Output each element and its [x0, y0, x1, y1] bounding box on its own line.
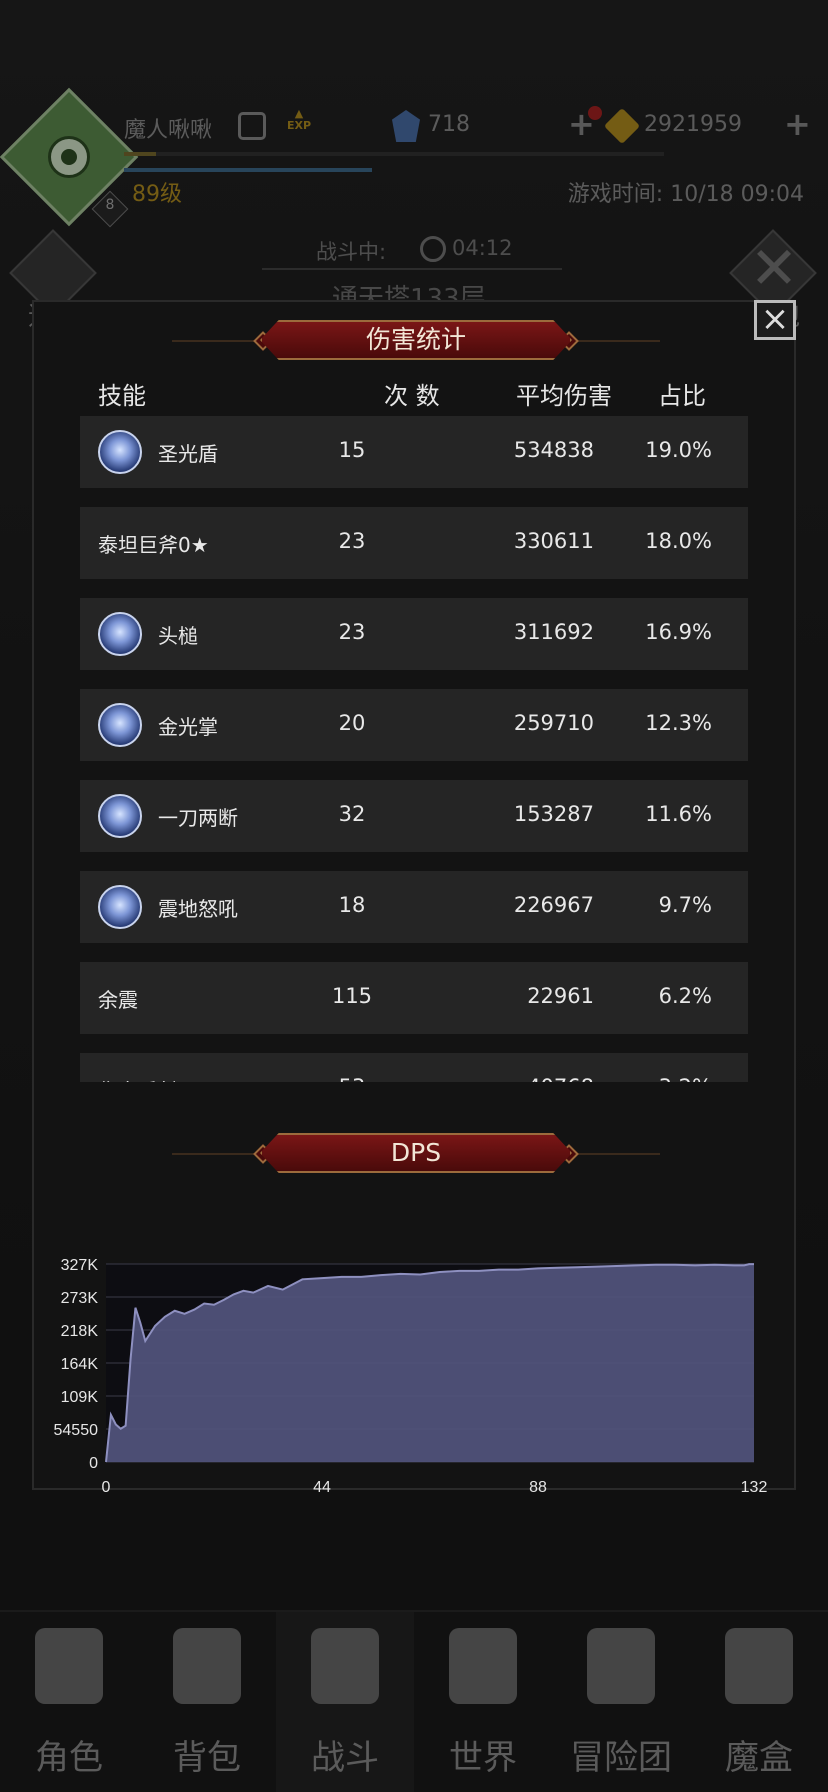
col-skill: 技能 [98, 382, 146, 410]
roar-icon [98, 885, 142, 929]
dps-banner-ornament-right [570, 1153, 660, 1155]
close-button[interactable]: × [754, 300, 796, 340]
avg-damage: 259710 [513, 711, 594, 735]
col-percent: 占比 [658, 382, 706, 410]
y-tick-label: 218K [61, 1323, 99, 1340]
avg-damage: 153287 [513, 802, 594, 826]
banner-ornament-right [570, 340, 660, 342]
table-header: 技能 次 数 平均伤害 占比 [98, 376, 718, 410]
damage-percent: 16.9% [645, 620, 712, 644]
hit-count: 23 [338, 529, 366, 553]
table-row[interactable]: 泰坦巨斧0★ 23 330611 18.0% [80, 507, 748, 579]
damage-table-scroll[interactable]: 圣光盾 15 534838 19.0% 泰坦巨斧0★ 23 330611 18.0% 头槌 23 3… [80, 416, 748, 1082]
hit-count: 32 [338, 802, 366, 826]
table-row[interactable]: 头槌 23 311692 16.9% [80, 598, 748, 670]
hit-count: 115 [331, 984, 373, 1008]
col-avg-damage: 平均伤害 [516, 382, 612, 410]
skill-name: 圣光盾 [158, 442, 218, 466]
x-tick-label: 132 [741, 1479, 768, 1496]
skill-name: 金光掌 [158, 715, 218, 739]
damage-percent: 6.2% [658, 984, 712, 1008]
hit-count: 20 [338, 711, 366, 735]
table-row[interactable]: 伤害反射 53 40768 3.2% [80, 1053, 748, 1082]
damage-percent: 12.3% [645, 711, 712, 735]
dps-title: DPS [260, 1133, 572, 1173]
hit-count: 18 [338, 893, 366, 917]
damage-percent: 9.7% [658, 893, 712, 917]
banner-ornament-left [172, 340, 262, 342]
x-tick-label: 0 [102, 1479, 111, 1496]
skill-name: 震地怒吼 [158, 897, 238, 921]
holy-shield-icon [98, 430, 142, 474]
avg-damage: 226967 [513, 893, 594, 917]
y-tick-label: 109K [61, 1389, 99, 1406]
x-tick-label: 88 [529, 1479, 547, 1496]
hit-count: 23 [338, 620, 366, 644]
damage-percent: 19.0% [645, 438, 712, 462]
x-tick-label: 44 [313, 1479, 331, 1496]
hit-count: 15 [338, 438, 366, 462]
skill-name: 一刀两断 [158, 806, 238, 830]
modal-title: 伤害统计 [260, 320, 572, 360]
table-row[interactable]: 震地怒吼 18 226967 9.7% [80, 871, 748, 943]
skill-name: 伤害反射 [98, 1075, 178, 1082]
damage-percent: 18.0% [645, 529, 712, 553]
avg-damage: 311692 [513, 620, 594, 644]
headbutt-icon [98, 612, 142, 656]
y-tick-label: 54550 [54, 1422, 99, 1439]
skill-name: 泰坦巨斧0★ [98, 533, 209, 557]
skill-name: 余震 [98, 988, 138, 1012]
col-count: 次 数 [384, 382, 440, 410]
y-tick-label: 0 [89, 1455, 98, 1472]
dps-chart: 327K 273K 218K 164K 109K 54550 00 44 88 132 [54, 1257, 768, 1496]
avg-damage: 22961 [527, 984, 594, 1008]
avg-damage: 40768 [460, 1075, 594, 1082]
dps-banner-ornament-left [172, 1153, 262, 1155]
slash-icon [98, 794, 142, 838]
table-row[interactable]: 圣光盾 15 534838 19.0% [80, 416, 748, 488]
golden-palm-icon [98, 703, 142, 747]
avg-damage: 534838 [513, 438, 594, 462]
table-row[interactable]: 金光掌 20 259710 12.3% [80, 689, 748, 761]
skill-name: 头槌 [158, 624, 198, 648]
y-tick-label: 327K [61, 1257, 99, 1274]
table-row[interactable]: 一刀两断 32 153287 11.6% [80, 780, 748, 852]
hit-count: 53 [310, 1075, 394, 1082]
avg-damage: 330611 [513, 529, 594, 553]
table-row[interactable]: 余震 115 22961 6.2% [80, 962, 748, 1034]
y-tick-label: 273K [61, 1290, 99, 1307]
damage-percent: 11.6% [645, 802, 712, 826]
y-tick-label: 164K [61, 1356, 99, 1373]
damage-percent: 3.2% [620, 1075, 712, 1082]
